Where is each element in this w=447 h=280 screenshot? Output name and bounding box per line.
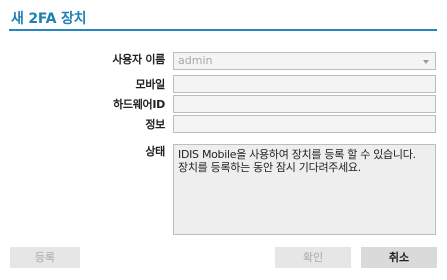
chevron-down-icon bbox=[423, 60, 429, 64]
confirm-button[interactable]: 확인 bbox=[275, 247, 351, 268]
mobile-label: 모바일 bbox=[135, 78, 166, 91]
status-label: 상태 bbox=[145, 145, 165, 158]
hardware-id-label: 하드웨어ID bbox=[113, 98, 165, 111]
register-button[interactable]: 등록 bbox=[10, 247, 80, 268]
username-value: admin bbox=[178, 54, 213, 67]
mobile-field[interactable] bbox=[173, 75, 436, 93]
dialog-title: 새 2FA 장치 bbox=[11, 11, 87, 27]
status-text-box: IDIS Mobile을 사용하여 장치를 등록 할 수 있습니다. 장치를 등… bbox=[173, 144, 436, 235]
status-line-2: 장치를 등록하는 동안 잠시 기다려주세요. bbox=[178, 161, 361, 174]
username-label: 사용자 이름 bbox=[112, 53, 165, 66]
status-line-1: IDIS Mobile을 사용하여 장치를 등록 할 수 있습니다. bbox=[178, 148, 416, 161]
info-label: 정보 bbox=[145, 118, 165, 131]
hardware-id-field[interactable] bbox=[173, 95, 436, 113]
title-divider bbox=[9, 29, 437, 31]
username-select[interactable]: admin bbox=[173, 52, 436, 70]
info-field[interactable] bbox=[173, 115, 436, 133]
new-2fa-device-dialog: 새 2FA 장치 사용자 이름 admin 모바일 하드웨어ID 정보 상태 I… bbox=[0, 0, 447, 280]
cancel-button[interactable]: 취소 bbox=[361, 247, 437, 268]
